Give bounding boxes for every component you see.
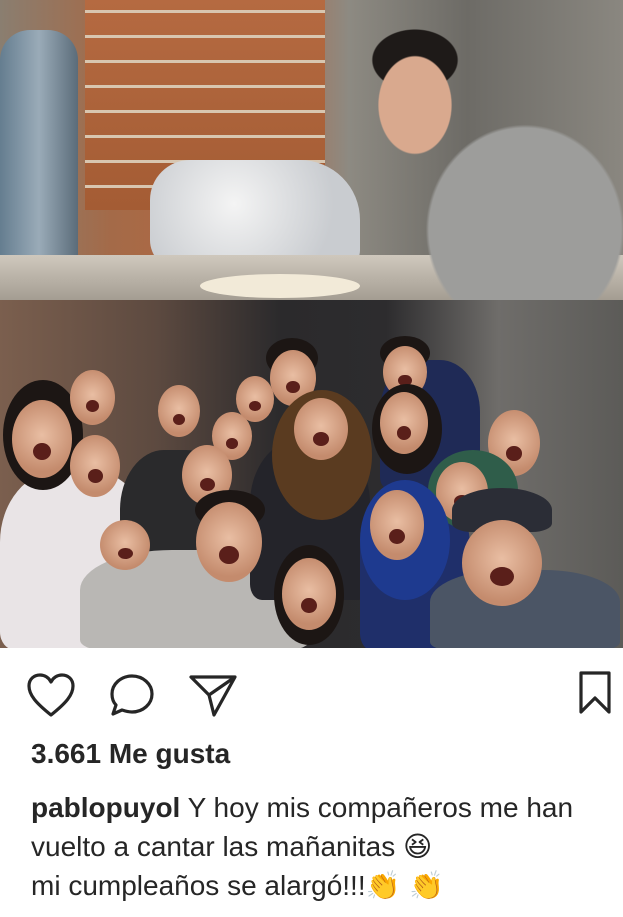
post-actions-bar — [0, 660, 623, 724]
face — [196, 502, 262, 582]
caption-text-continued: mi cumpleaños se alargó!!! — [31, 870, 366, 901]
face — [370, 490, 424, 560]
bookmark-icon[interactable] — [578, 670, 612, 721]
face — [294, 398, 348, 460]
face — [380, 392, 428, 454]
clapping-emoji: 👏 👏 — [365, 869, 445, 902]
face — [282, 558, 336, 630]
face — [462, 520, 542, 606]
caption-username[interactable]: pablopuyol — [31, 792, 180, 823]
likes-count[interactable]: 3.661 Me gusta — [31, 738, 230, 770]
photo-bottom-panel — [0, 300, 623, 648]
heart-icon[interactable] — [26, 672, 76, 723]
face — [236, 376, 274, 422]
caption-cut-off-line: ... ~~~ ........ ~ ... — [31, 906, 591, 917]
laughing-emoji: 😆 — [402, 830, 433, 863]
water-jug — [0, 30, 78, 270]
paper-plane-icon[interactable] — [188, 673, 238, 722]
face — [100, 520, 150, 570]
post-photo[interactable] — [0, 0, 623, 648]
post-caption: pablopuyol Y hoy mis compañeros me han v… — [31, 788, 611, 905]
face — [158, 385, 200, 437]
comment-bubble-icon[interactable] — [108, 672, 156, 723]
face — [12, 400, 72, 478]
man-blowing-candle — [325, 20, 623, 300]
face — [70, 370, 115, 425]
face — [70, 435, 120, 497]
photo-top-panel — [0, 0, 623, 300]
